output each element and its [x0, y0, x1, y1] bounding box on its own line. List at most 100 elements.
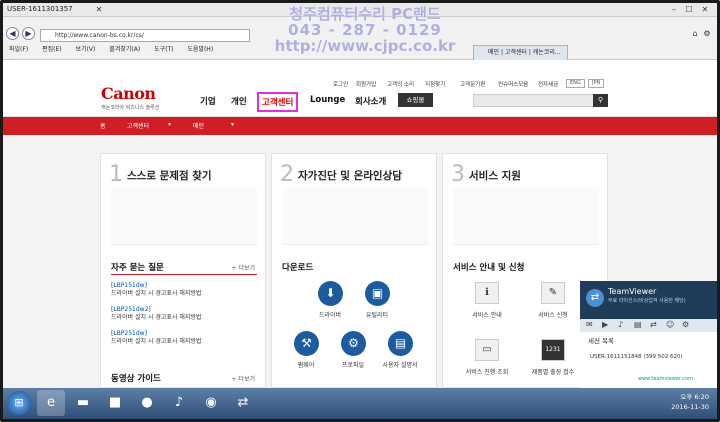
start-button-icon[interactable]: ⊞: [7, 391, 31, 415]
crumb-home[interactable]: 홈: [100, 121, 106, 130]
watermark-line1: 청주컴퓨터수리 PC랜드: [289, 5, 441, 23]
audio-icon[interactable]: ♪: [618, 320, 623, 329]
driver-icon[interactable]: ⬇: [318, 281, 343, 306]
manual-icon[interactable]: ▤: [388, 331, 413, 356]
menu-help[interactable]: 도움말(H): [187, 46, 213, 53]
chevron-down-icon[interactable]: ▾: [231, 121, 234, 128]
canon-logo[interactable]: Canon: [101, 84, 156, 103]
nav-personal[interactable]: 개인: [231, 95, 247, 107]
menu-file[interactable]: 파일(F): [9, 46, 28, 53]
chat-icon[interactable]: ✉: [586, 320, 593, 329]
util-customer[interactable]: 고객문기편: [460, 80, 485, 88]
clock-date: 2016-11-30: [671, 403, 709, 411]
util-join[interactable]: 회원가입: [356, 80, 376, 88]
search-icon[interactable]: ⚲: [593, 94, 608, 107]
lang-jpn[interactable]: JPN: [588, 79, 605, 88]
card-title: 스스로 문제점 찾기: [127, 170, 212, 182]
profile-label[interactable]: 프로파일: [328, 360, 378, 369]
site-header: Canon 캐논코리아 비즈니스 솔루션 기업 개인 고객센터 Lounge 회…: [3, 60, 717, 117]
video-icon[interactable]: ▶: [602, 320, 608, 329]
faq-model: [LBP151dw]: [111, 282, 147, 289]
firmware-icon[interactable]: ⚒: [294, 331, 319, 356]
session-entry[interactable]: USER-1611151848 (399 502 620): [590, 354, 683, 360]
faq-heading: 자주 묻는 질문: [111, 263, 164, 273]
lang-eng[interactable]: ENG: [566, 79, 585, 88]
faq-model: [LBP251dw]: [111, 330, 147, 337]
dispatch-label[interactable]: 제품별 출장 접수: [528, 367, 578, 376]
crumb-main[interactable]: 메인: [193, 121, 204, 130]
logo-subtitle: 캐논코리아 비즈니스 솔루션: [101, 105, 160, 111]
profile-icon[interactable]: ⚙: [341, 331, 366, 356]
utility-label[interactable]: 유틸리티: [352, 310, 402, 319]
utility-icon[interactable]: ▣: [365, 281, 390, 306]
service-status-label[interactable]: 서비스 진행 조회: [462, 367, 512, 376]
crumb-cs[interactable]: 고객센터: [127, 121, 149, 130]
music-icon[interactable]: ♪: [165, 390, 193, 416]
close-window-icon[interactable]: ✕: [699, 4, 711, 15]
shop-button[interactable]: 쇼핑몰: [398, 93, 433, 107]
util-consumer[interactable]: 컨슈머스모음: [498, 80, 528, 88]
chevron-down-icon[interactable]: ▾: [168, 121, 171, 128]
util-tax[interactable]: 전자세금: [538, 80, 558, 88]
back-icon[interactable]: ◀: [6, 27, 19, 40]
menu-view[interactable]: 보기(V): [76, 46, 96, 53]
session-list: 세션 목록 USER-1611151848 (399 502 620) www.…: [580, 332, 717, 389]
share-icon[interactable]: ⇄: [650, 320, 657, 329]
printer-illustration: [453, 188, 599, 245]
util-voice[interactable]: 고객의 소리: [387, 80, 414, 88]
gear-icon[interactable]: ⚙: [701, 28, 713, 39]
faq-item[interactable]: [LBP251dw2] 드라이버 설치 시 경고표시 해지방법: [111, 306, 201, 322]
nav-business[interactable]: 기업: [200, 95, 216, 107]
ie-icon[interactable]: e: [37, 390, 65, 416]
teamviewer-license: 무료 라이선스(비상업적 사용만 해당): [608, 298, 686, 304]
printer-illustration: [111, 188, 257, 245]
card-title: 서비스 지원: [469, 170, 521, 182]
file-icon[interactable]: ▤: [634, 320, 642, 329]
video-more-link[interactable]: + 더보기: [232, 374, 256, 383]
service-info-icon[interactable]: ℹ: [475, 282, 499, 304]
firmware-label[interactable]: 펌웨어: [281, 360, 331, 369]
close-icon[interactable]: ✕: [93, 4, 105, 15]
nav-company[interactable]: 회사소개: [355, 95, 386, 107]
util-login[interactable]: 로그인: [333, 80, 348, 88]
nav-customer-center[interactable]: 고객센터: [257, 92, 299, 112]
home-icon[interactable]: ⌂: [689, 28, 701, 39]
card-diagnosis: 2 자가진단 및 온라인상담 다운로드 ⬇ 드라이버 ▣ 유틸리티 ⚒ 펌웨어 …: [271, 153, 437, 388]
faq-item[interactable]: [LBP151dw] 드라이버 설치 시 경고표시 해지방법: [111, 282, 201, 298]
teamviewer-header: ⇄ TeamViewer 무료 라이선스(비상업적 사용만 해당): [580, 281, 717, 319]
forward-icon[interactable]: ▶: [22, 27, 35, 40]
manual-label[interactable]: 사용자 설명서: [375, 360, 425, 369]
clock-time: 오후 6:20: [680, 393, 709, 401]
divider: [111, 274, 257, 275]
faq-more-link[interactable]: + 더보기: [232, 263, 256, 272]
user-icon[interactable]: ☺: [666, 320, 674, 329]
store-icon[interactable]: ■: [101, 390, 129, 416]
teamviewer-task-icon[interactable]: ⇄: [229, 390, 257, 416]
nav-lounge[interactable]: Lounge: [310, 95, 345, 105]
settings-icon[interactable]: ⚙: [682, 320, 689, 329]
teamviewer-link[interactable]: www.teamviewer.com: [638, 376, 693, 382]
menu-favorites[interactable]: 즐겨찾기(A): [109, 46, 140, 53]
search-input[interactable]: [473, 94, 608, 107]
clock[interactable]: 오후 6:20 2016-11-30: [671, 392, 709, 412]
faq-item[interactable]: [LBP251dw] 드라이버 설치 시 경고표시 해지방법: [111, 330, 201, 346]
menu-tools[interactable]: 도구(T): [154, 46, 173, 53]
menu-edit[interactable]: 편집(E): [42, 46, 62, 53]
service-status-icon[interactable]: ▭: [475, 339, 499, 361]
card-number: 1: [109, 162, 123, 187]
app-icon[interactable]: ◉: [197, 390, 225, 416]
watermark: 청주컴퓨터수리 PC랜드 043 - 287 - 0129 http://www…: [230, 6, 500, 54]
explorer-icon[interactable]: ▬: [69, 390, 97, 416]
service-apply-icon[interactable]: ✎: [541, 282, 565, 304]
minimize-icon[interactable]: –: [668, 4, 680, 15]
teamviewer-name: TeamViewer: [608, 287, 657, 296]
driver-label[interactable]: 드라이버: [305, 310, 355, 319]
globe-icon[interactable]: ●: [133, 390, 161, 416]
util-branch[interactable]: 지점찾기: [425, 80, 445, 88]
service-info-label[interactable]: 서비스 안내: [462, 310, 512, 319]
service-apply-label[interactable]: 서비스 신청: [528, 310, 578, 319]
teamviewer-panel: ⇄ TeamViewer 무료 라이선스(비상업적 사용만 해당) ✉ ▶ ♪ …: [580, 281, 717, 389]
address-bar[interactable]: http://www.canon-bs.co.kr/cs/: [40, 29, 250, 42]
dispatch-icon[interactable]: 1231: [541, 339, 565, 361]
maximize-icon[interactable]: ☐: [683, 4, 695, 15]
